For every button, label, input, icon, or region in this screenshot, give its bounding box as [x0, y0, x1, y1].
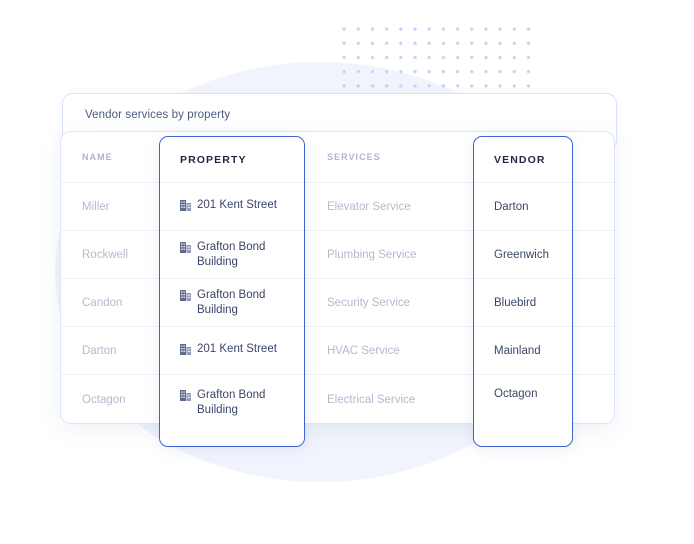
column-header-services[interactable]: SERVICES: [306, 132, 474, 183]
table-row: Grafton Bond Building: [160, 231, 304, 279]
dot-grid-decoration: [333, 18, 533, 98]
building-icon: [180, 343, 191, 360]
cell-vendor: Bluebird: [474, 279, 572, 327]
building-icon: [180, 241, 191, 258]
page-title: Vendor services by property: [85, 109, 231, 121]
cell-property: 201 Kent Street: [197, 342, 277, 355]
cell-spacer: [574, 231, 614, 279]
cell-spacer: [574, 375, 614, 423]
table-row: Grafton Bond Building: [160, 279, 304, 327]
cell-vendor: Greenwich: [474, 231, 572, 279]
cell-property: Grafton Bond Building: [197, 389, 266, 416]
cell-services: Elevator Service: [306, 183, 474, 231]
column-header-vendor[interactable]: VENDOR: [474, 137, 572, 183]
column-header-property[interactable]: PROPERTY: [160, 137, 304, 183]
cell-property: 201 Kent Street: [197, 198, 277, 211]
building-icon: [180, 389, 191, 406]
cell-name: Octagon: [82, 394, 126, 406]
table-row: Grafton Bond Building: [160, 375, 304, 448]
cell-property: Grafton Bond Building: [197, 240, 266, 268]
cell-property: Grafton Bond Building: [197, 288, 266, 316]
cell-vendor: Mainland: [474, 327, 572, 375]
cell-name: Miller: [61, 183, 160, 231]
cell-name: Darton: [61, 327, 160, 375]
column-header-name[interactable]: NAME: [61, 132, 160, 183]
cell-name: Candon: [61, 279, 160, 327]
cell-services: HVAC Service: [306, 327, 474, 375]
cell-services: Electrical Service: [327, 394, 416, 406]
cell-vendor: Darton: [474, 183, 572, 231]
building-icon: [180, 199, 191, 216]
cell-services: Security Service: [306, 279, 474, 327]
building-icon: [180, 289, 191, 306]
highlighted-column-vendor[interactable]: VENDOR Darton Greenwich Bluebird Mainlan…: [473, 136, 573, 447]
cell-spacer: [574, 327, 614, 375]
cell-spacer: [574, 279, 614, 327]
screenshot-root: Vendor services by property NAME SERVICE…: [0, 0, 694, 544]
table-row: 201 Kent Street: [160, 183, 304, 231]
cell-vendor: Octagon: [494, 388, 538, 400]
cell-name: Rockwell: [61, 231, 160, 279]
cell-spacer: [574, 183, 614, 231]
cell-services: Plumbing Service: [306, 231, 474, 279]
table-row: 201 Kent Street: [160, 327, 304, 375]
highlighted-column-property[interactable]: PROPERTY 201 Kent Street Grafton Bond Bu…: [159, 136, 305, 447]
column-header-spacer: [574, 132, 614, 183]
